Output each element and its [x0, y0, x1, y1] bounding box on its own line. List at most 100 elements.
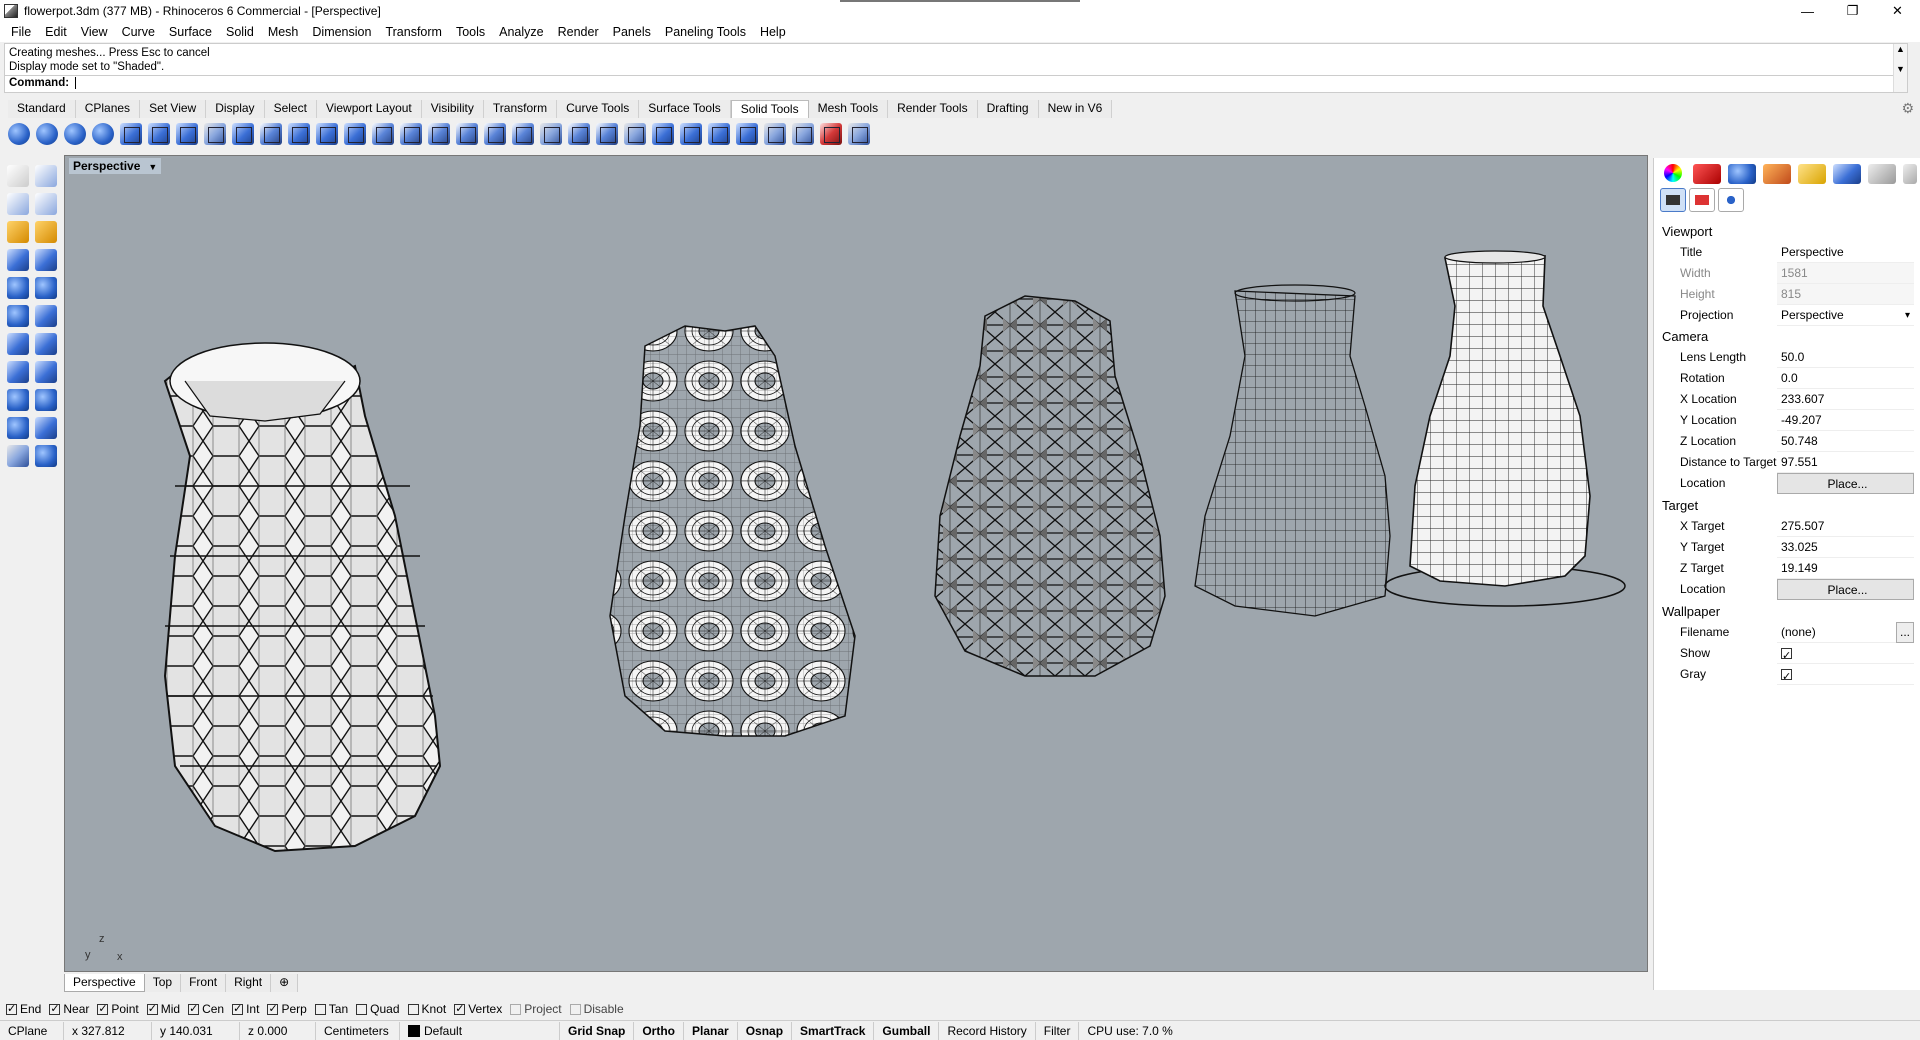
grid-snap-toggle[interactable]: Grid Snap: [560, 1021, 635, 1040]
tab-surface-tools[interactable]: Surface Tools: [639, 100, 731, 118]
panel-gear-icon[interactable]: [1903, 164, 1917, 184]
ellipsoid-icon[interactable]: [7, 305, 29, 327]
lattice-vase[interactable]: [934, 295, 1166, 677]
viewport-canvas[interactable]: [65, 156, 1648, 972]
command-line[interactable]: Command:: [5, 75, 1907, 92]
tab-select[interactable]: Select: [264, 100, 317, 118]
make-hole-icon[interactable]: [652, 123, 674, 145]
menu-help[interactable]: Help: [753, 25, 793, 39]
folder-icon[interactable]: [1798, 164, 1826, 184]
chevron-down-icon[interactable]: ▼: [148, 162, 157, 172]
viewport-properties-icon[interactable]: [1689, 188, 1715, 212]
boolean-union-icon[interactable]: [8, 123, 30, 145]
render-properties-icon[interactable]: [1718, 188, 1744, 212]
cylinder-icon[interactable]: [7, 361, 29, 383]
materials-icon[interactable]: [1728, 164, 1756, 184]
split-face-icon[interactable]: [372, 123, 394, 145]
surface-icon[interactable]: [35, 249, 57, 271]
z-location-field[interactable]: 50.748: [1777, 431, 1914, 452]
sphere-icon[interactable]: [7, 277, 29, 299]
minimize-button[interactable]: —: [1785, 0, 1830, 22]
menu-mesh[interactable]: Mesh: [261, 25, 306, 39]
osnap-project-checkbox[interactable]: [510, 1003, 522, 1015]
osnap-knot-checkbox[interactable]: [407, 1003, 419, 1015]
record-history-toggle[interactable]: Record History: [939, 1021, 1036, 1040]
target-place-button[interactable]: Place...: [1777, 579, 1914, 600]
tab-mesh-tools[interactable]: Mesh Tools: [808, 100, 889, 118]
mesh-icon[interactable]: [7, 445, 29, 467]
torus-ring-vase[interactable]: [609, 325, 856, 737]
menu-edit[interactable]: Edit: [38, 25, 74, 39]
menu-tools[interactable]: Tools: [449, 25, 492, 39]
osnap-tan[interactable]: Tan: [314, 1002, 348, 1016]
osnap-project[interactable]: Project: [510, 1002, 562, 1016]
rotate-hole-icon[interactable]: [736, 123, 758, 145]
solid-options-icon[interactable]: [848, 123, 870, 145]
fillet-edges-icon[interactable]: [148, 123, 170, 145]
delete-hole-icon[interactable]: [820, 123, 842, 145]
merge-faces-icon[interactable]: [288, 123, 310, 145]
line-icon[interactable]: [7, 193, 29, 215]
osnap-int[interactable]: Int: [232, 1002, 259, 1016]
torus-icon[interactable]: [7, 389, 29, 411]
osnap-point[interactable]: Point: [97, 1002, 139, 1016]
gumball-toggle[interactable]: Gumball: [874, 1021, 940, 1040]
hole-array-icon[interactable]: [680, 123, 702, 145]
viewport-tab-front[interactable]: Front: [181, 974, 227, 992]
wireframe-vase[interactable]: [1194, 284, 1391, 617]
extrude-icon[interactable]: [35, 417, 57, 439]
osnap-toggle[interactable]: Osnap: [738, 1021, 793, 1040]
render-icon[interactable]: [35, 445, 57, 467]
move-edge-icon[interactable]: [428, 123, 450, 145]
tab-curve-tools[interactable]: Curve Tools: [557, 100, 640, 118]
tab-transform[interactable]: Transform: [483, 100, 558, 118]
tab-solid-tools[interactable]: Solid Tools: [730, 100, 809, 118]
boolean-difference-icon[interactable]: [36, 123, 58, 145]
command-scrollbar[interactable]: ▲ ▼: [1893, 44, 1907, 92]
tab-visibility[interactable]: Visibility: [421, 100, 484, 118]
menu-curve[interactable]: Curve: [115, 25, 162, 39]
menu-transform[interactable]: Transform: [378, 25, 449, 39]
select-arrow-icon[interactable]: [7, 165, 29, 187]
viewport-tab-top[interactable]: Top: [144, 974, 182, 992]
wire-cut-icon[interactable]: [624, 123, 646, 145]
extrude-face-icon[interactable]: [316, 123, 338, 145]
lens-length-field[interactable]: 50.0: [1777, 347, 1914, 368]
browse-button[interactable]: ...: [1896, 622, 1914, 643]
tab-display[interactable]: Display: [206, 100, 265, 118]
boolean-intersection-icon[interactable]: [64, 123, 86, 145]
osnap-perp[interactable]: Perp: [267, 1002, 307, 1016]
extract-surface-icon[interactable]: [260, 123, 282, 145]
menu-solid[interactable]: Solid: [219, 25, 261, 39]
close-button[interactable]: ✕: [1875, 0, 1920, 22]
viewport-tab-perspective[interactable]: Perspective: [64, 974, 145, 992]
filter-toggle[interactable]: Filter: [1036, 1021, 1080, 1040]
osnap-mid[interactable]: Mid: [146, 1002, 180, 1016]
join-edge-icon[interactable]: [540, 123, 562, 145]
environment-icon[interactable]: [1763, 164, 1791, 184]
shaded-vase[interactable]: [1384, 250, 1626, 607]
menu-paneling-tools[interactable]: Paneling Tools: [658, 25, 753, 39]
curve-icon[interactable]: [7, 221, 29, 243]
menu-surface[interactable]: Surface: [162, 25, 219, 39]
move-hole-icon[interactable]: [708, 123, 730, 145]
osnap-disable-checkbox[interactable]: [569, 1003, 581, 1015]
osnap-cen-checkbox[interactable]: [188, 1002, 200, 1015]
osnap-end-checkbox[interactable]: [6, 1002, 17, 1015]
split-edge-icon[interactable]: [484, 123, 506, 145]
solid-icon[interactable]: [35, 277, 57, 299]
array-hole-icon[interactable]: [764, 123, 786, 145]
menu-render[interactable]: Render: [551, 25, 606, 39]
polar-array-hole-icon[interactable]: [792, 123, 814, 145]
cplane-indicator[interactable]: CPlane: [0, 1021, 64, 1040]
osnap-int-checkbox[interactable]: [232, 1002, 244, 1015]
planar-toggle[interactable]: Planar: [684, 1021, 738, 1040]
osnap-disable[interactable]: Disable: [569, 1002, 624, 1016]
smarttrack-toggle[interactable]: SmartTrack: [792, 1021, 875, 1040]
z-target-field[interactable]: 19.149: [1777, 558, 1914, 579]
pyramid-icon[interactable]: [35, 333, 57, 355]
distance-to-target-field[interactable]: 97.551: [1777, 452, 1914, 473]
move-face-icon[interactable]: [344, 123, 366, 145]
osnap-vertex-checkbox[interactable]: [454, 1002, 466, 1015]
pipe-icon[interactable]: [35, 389, 57, 411]
